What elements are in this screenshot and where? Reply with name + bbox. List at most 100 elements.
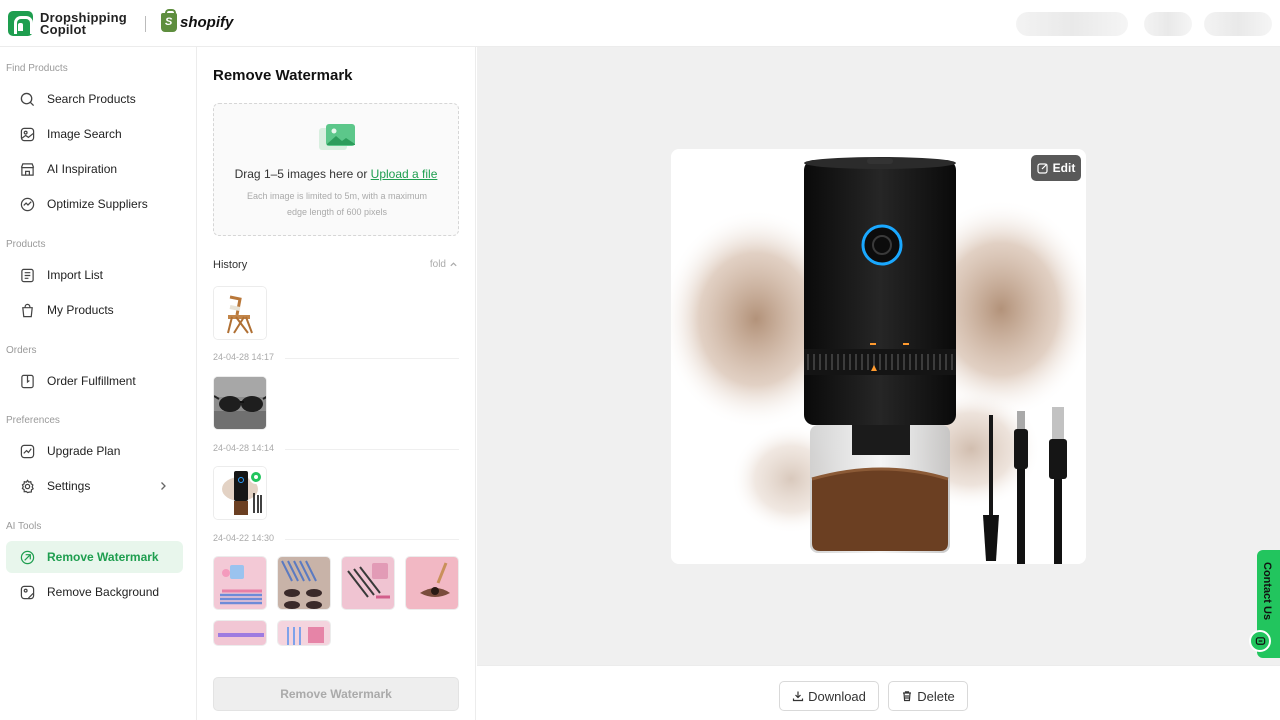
- history-divider: [285, 449, 459, 450]
- makeup-kit-image: [214, 621, 266, 645]
- fulfillment-icon: [20, 374, 35, 389]
- chevron-up-icon: [450, 262, 457, 267]
- cosmetic-pencils-image: [342, 557, 394, 609]
- history-divider: [285, 539, 459, 540]
- history-thumb-sunglasses[interactable]: [213, 376, 267, 430]
- history-thumb-makeup-kit[interactable]: [213, 620, 267, 646]
- sidebar-item-import-list[interactable]: Import List: [6, 259, 183, 291]
- brush-set-image: [278, 621, 330, 645]
- fold-label: fold: [429, 259, 446, 270]
- sidebar: Find Products Search Products Image Sear…: [0, 47, 197, 720]
- sidebar-item-label: Import List: [47, 268, 104, 282]
- history-divider: [285, 358, 459, 359]
- history-thumb-cosmetic-pencils[interactable]: [341, 556, 395, 610]
- gear-icon: [20, 478, 35, 494]
- chat-icon[interactable]: [1249, 630, 1271, 652]
- section-title-find-products: Find Products: [6, 63, 68, 74]
- sunglasses-image: [214, 377, 266, 429]
- sidebar-item-order-fulfillment[interactable]: Order Fulfillment: [6, 365, 183, 397]
- bottom-action-bar: Download Delete: [477, 665, 1280, 720]
- list-icon: [20, 268, 35, 283]
- edit-label: Edit: [1052, 161, 1076, 175]
- bag-icon: [20, 303, 35, 318]
- watermark-icon: [20, 550, 35, 565]
- contact-us-label: Contact Us: [1261, 562, 1273, 621]
- sidebar-item-ai-inspiration[interactable]: AI Inspiration: [6, 153, 183, 185]
- section-title-preferences: Preferences: [6, 415, 60, 426]
- brand-logo-group[interactable]: Dropshipping Copilot: [8, 11, 127, 36]
- background-icon: [20, 585, 35, 600]
- download-button[interactable]: Download: [779, 681, 879, 711]
- header-divider: [145, 16, 146, 32]
- delete-label: Delete: [917, 688, 955, 704]
- eyeliner-image: [406, 557, 458, 609]
- history-thumb-eyeshadow-palette[interactable]: [277, 556, 331, 610]
- edit-button[interactable]: Edit: [1031, 155, 1081, 181]
- brand-line-2: Copilot: [40, 21, 87, 37]
- watermark-panel: Remove Watermark Drag 1–5 images here or…: [197, 47, 476, 720]
- sidebar-item-optimize-suppliers[interactable]: Optimize Suppliers: [6, 188, 183, 220]
- section-title-ai-tools: AI Tools: [6, 521, 42, 532]
- dropzone-hint: Each image is limited to 5m, with a maxi…: [246, 191, 428, 217]
- section-title-products: Products: [6, 239, 46, 250]
- download-icon: [792, 691, 804, 702]
- product-preview-image: Edit: [671, 149, 1086, 564]
- sidebar-item-my-products[interactable]: My Products: [6, 294, 183, 326]
- sidebar-item-label: Optimize Suppliers: [47, 197, 148, 211]
- preview-canvas: Edit: [477, 47, 1280, 665]
- sidebar-item-remove-background[interactable]: Remove Background: [6, 576, 183, 608]
- image-icon: [20, 127, 35, 142]
- folding-chair-image: [214, 287, 266, 339]
- panel-title: Remove Watermark: [213, 67, 353, 84]
- dropzone-instructions: Drag 1–5 images here or Upload a file: [214, 167, 458, 181]
- sidebar-item-label: Settings: [47, 479, 91, 493]
- eyeshadow-palette-image: [278, 557, 330, 609]
- image-upload-icon: [319, 124, 355, 150]
- sidebar-item-label: Image Search: [47, 127, 122, 141]
- shopify-logo: shopify: [161, 9, 234, 32]
- user-menu-blurred[interactable]: [1144, 12, 1192, 36]
- sidebar-item-label: Remove Watermark: [47, 550, 159, 564]
- sidebar-item-settings[interactable]: Settings: [6, 470, 183, 502]
- history-thumb-makeup-brushes[interactable]: [213, 556, 267, 610]
- coffee-grinder-preview: [671, 149, 1086, 564]
- history-thumb-brush-set[interactable]: [277, 620, 331, 646]
- drop-text: Drag 1–5 images here or: [234, 167, 371, 181]
- trash-icon: [903, 691, 912, 702]
- history-date: 24-04-28 14:14: [213, 443, 275, 453]
- sidebar-item-search-products[interactable]: Search Products: [6, 83, 183, 115]
- history-thumb-folding-chair[interactable]: [213, 286, 267, 340]
- sidebar-item-label: Upgrade Plan: [47, 444, 121, 458]
- delete-button[interactable]: Delete: [888, 681, 968, 711]
- history-date: 24-04-22 14:30: [213, 533, 275, 543]
- sidebar-item-label: AI Inspiration: [47, 162, 118, 176]
- sidebar-item-remove-watermark[interactable]: Remove Watermark: [6, 541, 183, 573]
- makeup-brushes-image: [214, 557, 266, 609]
- upgrade-icon: [20, 444, 35, 459]
- upload-file-link[interactable]: Upload a file: [371, 167, 438, 181]
- section-title-orders: Orders: [6, 345, 37, 356]
- sidebar-item-label: My Products: [47, 303, 114, 317]
- image-dropzone[interactable]: Drag 1–5 images here or Upload a file Ea…: [213, 103, 459, 236]
- language-blurred[interactable]: [1204, 12, 1272, 36]
- sidebar-item-upgrade-plan[interactable]: Upgrade Plan: [6, 435, 183, 467]
- selected-dot: [254, 475, 258, 479]
- optimize-icon: [20, 197, 35, 212]
- fold-toggle[interactable]: fold: [430, 259, 458, 270]
- history-thumb-eyeliner[interactable]: [405, 556, 459, 610]
- history-label: History: [213, 259, 248, 271]
- chevron-right-icon: [161, 482, 166, 490]
- download-label: Download: [808, 688, 866, 704]
- sidebar-item-label: Remove Background: [47, 585, 160, 599]
- sidebar-item-label: Order Fulfillment: [47, 374, 136, 388]
- remove-watermark-button[interactable]: Remove Watermark: [213, 677, 459, 711]
- dropshipping-copilot-logo-icon: [8, 11, 33, 36]
- edit-icon: [1037, 163, 1048, 174]
- sidebar-item-image-search[interactable]: Image Search: [6, 118, 183, 150]
- search-icon: [20, 92, 35, 107]
- sidebar-item-label: Search Products: [47, 92, 136, 106]
- account-info-blurred[interactable]: [1016, 12, 1128, 36]
- brand-name: Dropshipping Copilot: [40, 11, 127, 37]
- shopify-wordmark: shopify: [180, 14, 234, 31]
- store-icon: [20, 162, 35, 177]
